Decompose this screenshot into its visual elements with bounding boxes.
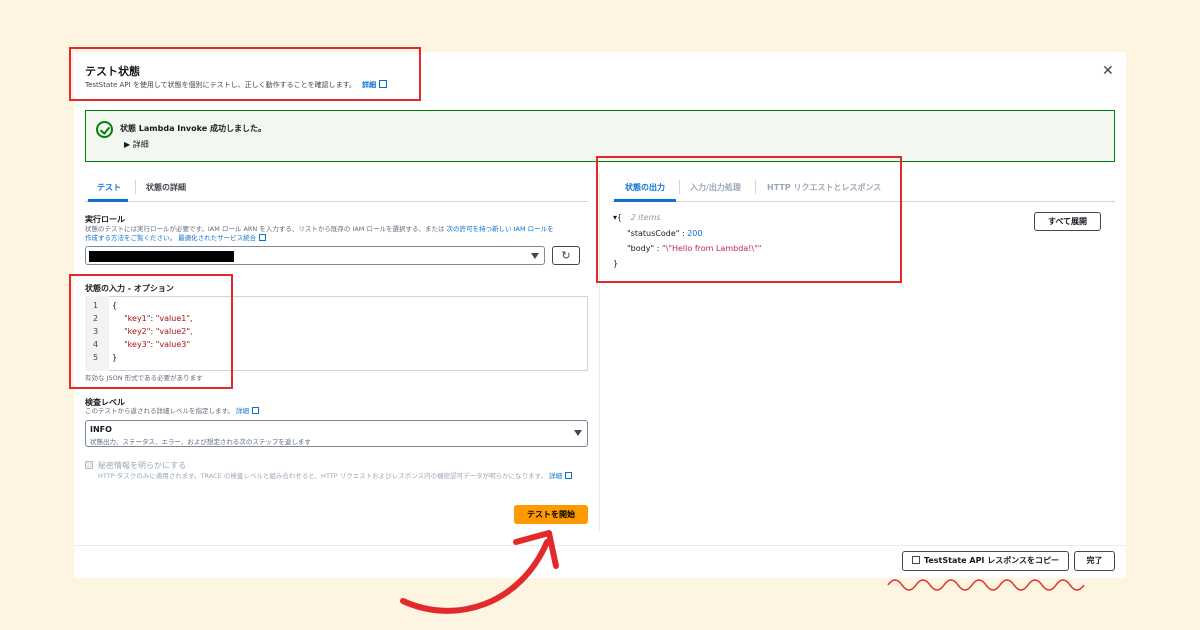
annotation-wavy-underline [887,579,1085,591]
annotation-arrow [400,539,550,614]
annotation-layer [400,530,1085,614]
